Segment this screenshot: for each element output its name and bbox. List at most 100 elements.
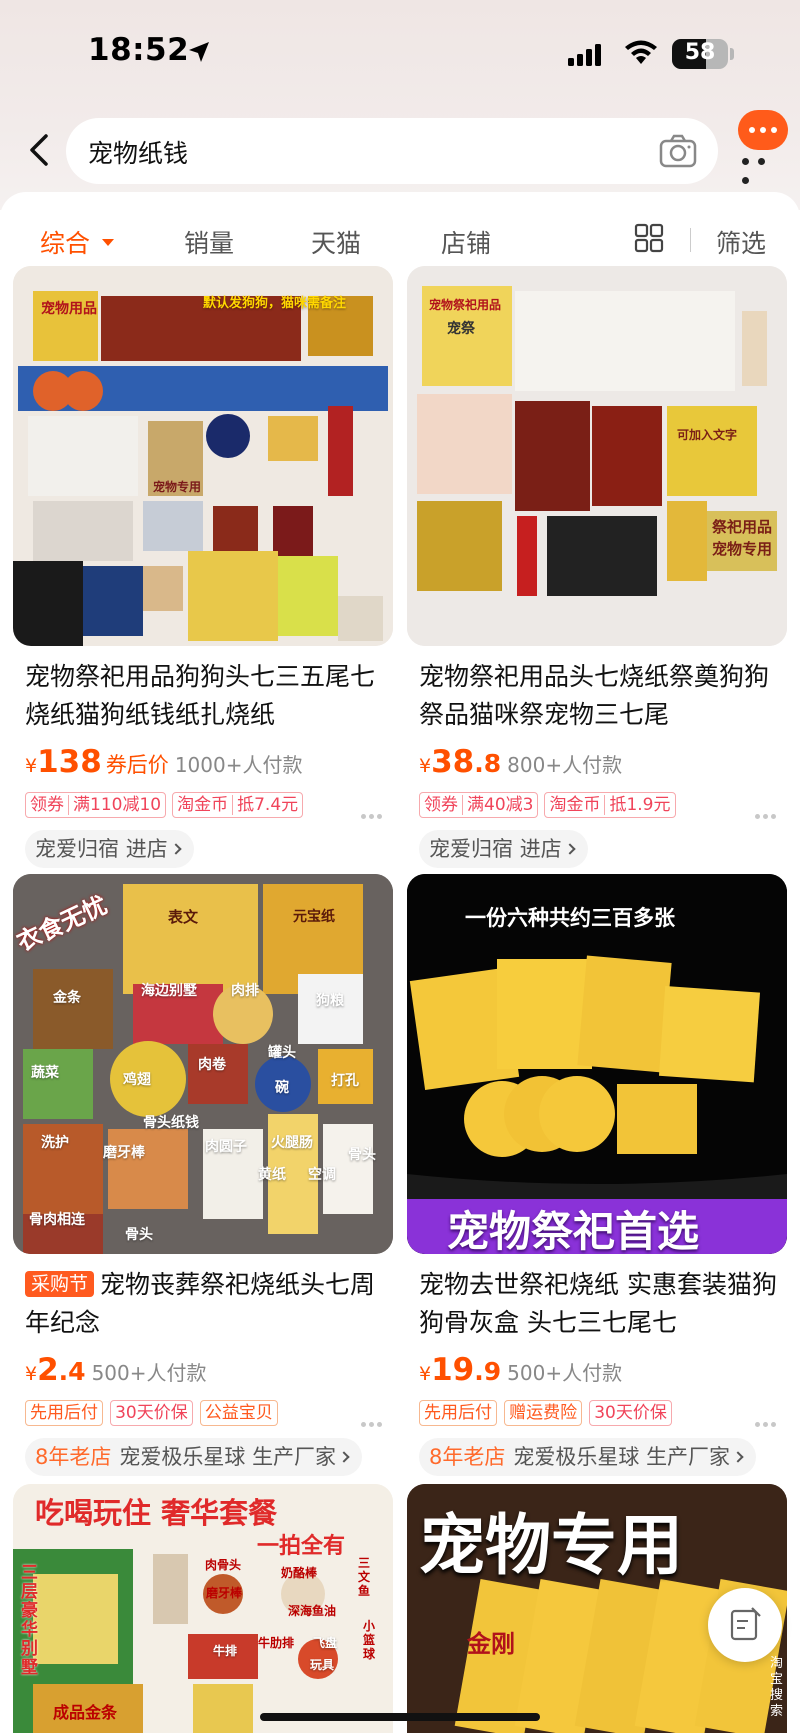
image-caption: 元宝纸 [293,909,335,925]
image-caption: 三层豪华别墅 [21,1563,38,1678]
price-note: 券后价 [105,753,169,777]
tab-tmall[interactable]: 天猫 [311,224,361,260]
product-card[interactable]: 吃喝玩住 奢华套餐 一拍全有 三层豪华别墅 肉骨头 奶酪棒 三文鱼 磨牙棒 深海… [13,1484,393,1733]
shop-name: 宠爱归宿 [35,837,119,861]
coin-badge[interactable]: 淘金币 抵1.9元 [544,792,676,818]
image-caption: 成品金条 [53,1703,118,1722]
caret-down-icon[interactable] [102,239,114,246]
product-title[interactable]: 宠物祭祀用品狗狗头七三五尾七烧纸猫狗纸钱纸扎烧纸 [25,658,387,734]
shop-link[interactable]: 宠爱归宿 进店 [419,830,588,868]
sales-count: 500+人付款 [91,1361,207,1385]
product-image[interactable]: 衣食无忧 表文 元宝纸 金条 海边别墅 肉排 狗粮 蔬菜 鸡翅 肉卷 罐头 碗 … [13,874,393,1254]
sales-count: 800+人付款 [507,753,623,777]
sort-tabs: 综合 销量 天猫 店铺 筛选 [0,212,800,268]
chevron-right-icon [170,843,182,855]
product-image[interactable]: 宠物用品 默认发狗狗，猫咪需备注 宠物专用 [13,266,393,646]
product-title[interactable]: 采购节 宠物丧葬祭祀烧纸头七周年纪念 [25,1266,387,1342]
product-card[interactable]: 一份六种共约三百多张 宠物祭祀首选 宠物去世祭祀烧纸 实惠套装猫狗狗骨灰盒 头七… [407,874,787,1484]
promo-tag: 采购节 [25,1271,95,1297]
image-caption: 小篮球 [363,1619,376,1661]
status-time: 18:52 [88,32,190,68]
badge-row: 先用后付 赠运费险 30天价保 [419,1400,781,1428]
shop-name: 宠爱极乐星球 [119,1445,246,1469]
filter-button[interactable]: 筛选 [716,224,766,260]
badge-row: 领券 满40减3 淘金币 抵1.9元 [419,792,781,820]
product-title[interactable]: 宠物去世祭祀烧纸 实惠套装猫狗狗骨灰盒 头七三七尾七 [419,1266,781,1342]
image-caption: 空调 [308,1167,336,1183]
image-caption: 宠物专用 [712,540,773,558]
image-caption: 一份六种共约三百多张 [465,906,675,930]
cellular-signal-icon [568,44,601,66]
shop-link[interactable]: 宠爱归宿 进店 [25,830,194,868]
service-badge[interactable]: 先用后付 [25,1400,103,1426]
image-caption: 宠物专用 [153,480,202,494]
battery-icon: 58 [672,39,728,69]
image-caption: 骨肉相连 [29,1212,85,1228]
search-query[interactable]: 宠物纸钱 [88,134,188,170]
more-menu-icon[interactable] [742,150,786,184]
image-caption: 吃喝玩住 奢华套餐 [35,1496,278,1530]
service-badge[interactable]: 30天价保 [110,1400,193,1426]
currency-symbol: ¥ [419,755,432,777]
image-caption: 鸡翅 [123,1072,151,1088]
image-caption: 肉骨头 [205,1558,242,1572]
camera-search-icon[interactable] [658,132,698,170]
more-options-icon[interactable] [755,1412,781,1427]
currency-symbol: ¥ [419,1363,432,1385]
feedback-button[interactable] [708,1588,782,1662]
price-decimal: .9 [474,1357,502,1386]
product-image[interactable]: 宠物祭祀用品 宠祭 祭祀用品 宠物专用 可加入文字 [407,266,787,646]
image-caption: 海边别墅 [141,983,197,999]
status-bar: 18:52 58 [0,0,800,100]
image-caption: 宠物祭祀首选 [447,1207,700,1254]
shop-link[interactable]: 8年老店 宠爱极乐星球 生产厂家 [25,1438,363,1476]
service-badge[interactable]: 公益宝贝 [199,1400,278,1426]
shop-type: 生产厂家 [252,1445,337,1469]
product-card[interactable]: 宠物用品 默认发狗狗，猫咪需备注 宠物专用 宠物祭祀用品狗狗头七三五尾七烧纸猫狗… [13,266,393,876]
coupon-badge[interactable]: 领券 满110减10 [25,792,167,818]
tab-shops[interactable]: 店铺 [441,224,491,260]
tab-comprehensive[interactable]: 综合 [40,224,90,260]
coupon-badge[interactable]: 领券 满40减3 [419,792,539,818]
price: 138 [37,744,102,780]
grid-view-icon[interactable] [634,223,664,253]
currency-symbol: ¥ [25,1363,38,1385]
shop-name: 宠爱归宿 [429,837,513,861]
service-badge[interactable]: 30天价保 [589,1400,672,1426]
battery-cap [730,48,734,60]
image-caption: 肉卷 [198,1057,226,1073]
image-caption: 飞盘 [313,1636,338,1650]
image-caption: 火腿肠 [271,1135,313,1151]
shop-link[interactable]: 8年老店 宠爱极乐星球 生产厂家 [419,1438,757,1476]
image-caption: 罐头 [268,1045,296,1061]
image-caption: 打孔 [331,1073,359,1089]
image-caption: 碗 [275,1080,289,1096]
product-image[interactable]: 一份六种共约三百多张 宠物祭祀首选 [407,874,787,1254]
product-title[interactable]: 宠物祭祀用品头七烧纸祭奠狗狗祭品猫咪祭宠物三七尾 [419,658,781,734]
product-card[interactable]: 衣食无忧 表文 元宝纸 金条 海边别墅 肉排 狗粮 蔬菜 鸡翅 肉卷 罐头 碗 … [13,874,393,1484]
back-arrow-icon[interactable] [22,130,58,170]
coin-badge[interactable]: 淘金币 抵7.4元 [172,792,304,818]
search-input[interactable]: 宠物纸钱 [66,118,718,184]
price-decimal: .4 [58,1357,86,1386]
more-options-icon[interactable] [755,804,781,819]
edit-note-icon [730,1607,761,1641]
messages-button[interactable] [738,110,788,150]
tab-sales[interactable]: 销量 [184,224,234,260]
more-options-icon[interactable] [361,804,387,819]
more-options-icon[interactable] [361,1412,387,1427]
chevron-right-icon [732,1451,744,1463]
product-image[interactable]: 吃喝玩住 奢华套餐 一拍全有 三层豪华别墅 肉骨头 奶酪棒 三文鱼 磨牙棒 深海… [13,1484,393,1733]
image-caption: 骨头 [125,1227,153,1243]
home-indicator [260,1713,540,1721]
service-badge[interactable]: 赠运费险 [504,1400,583,1426]
msg-dot [749,127,755,133]
shop-years: 8年老店 [35,1445,112,1469]
price-decimal: .8 [474,749,502,778]
product-card[interactable]: 宠物祭祀用品 宠祭 祭祀用品 宠物专用 可加入文字 宠物祭祀用品头七烧纸祭奠狗狗… [407,266,787,876]
image-caption: 宠物用品 [41,301,97,317]
chevron-right-icon [338,1451,350,1463]
image-caption: 骨头 [348,1147,376,1163]
service-badge[interactable]: 先用后付 [419,1400,497,1426]
shop-type: 生产厂家 [646,1445,731,1469]
